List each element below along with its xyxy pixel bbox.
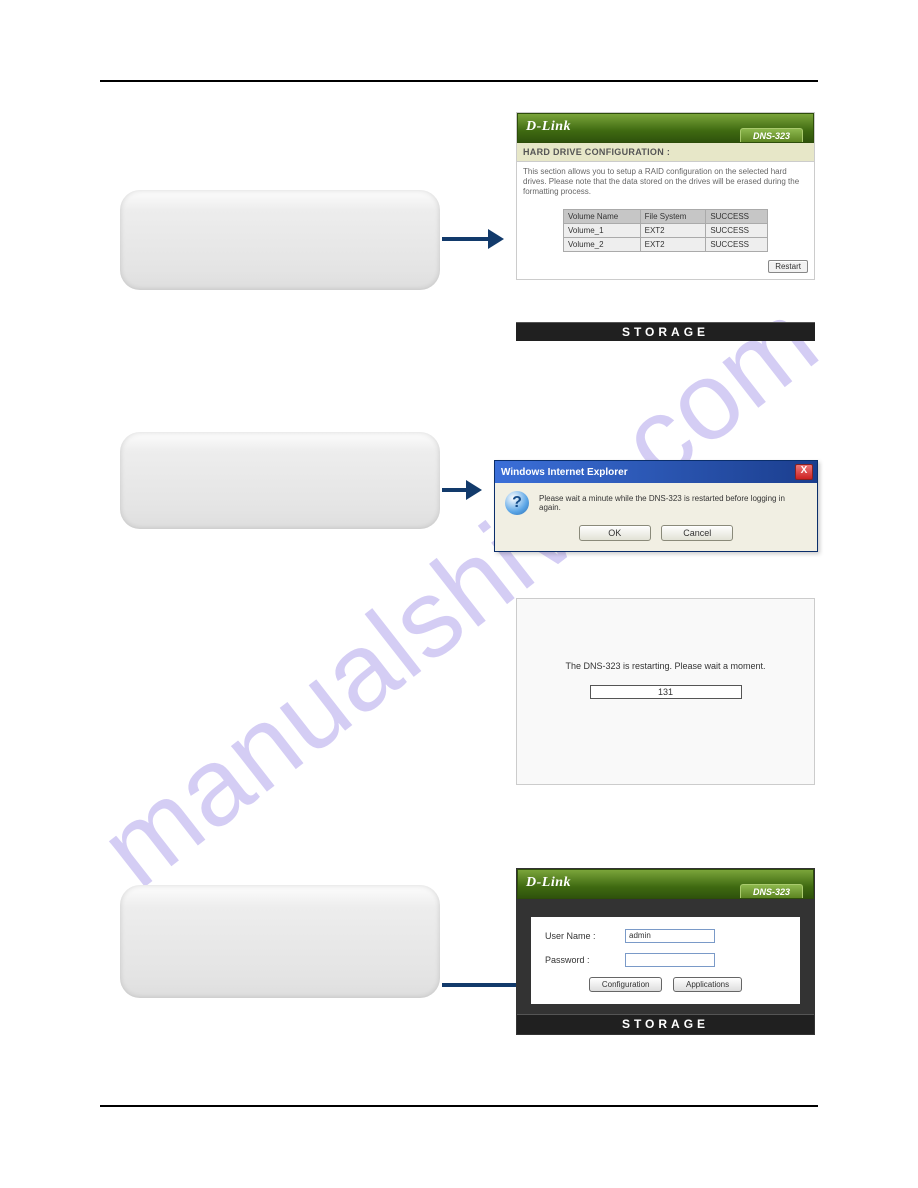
step-box-4 (120, 885, 440, 998)
manual-page: manualshive.com D-Link DNS-323 HARD DRIV… (0, 0, 918, 1188)
dlink-logo: D-Link (526, 119, 571, 135)
col-status: SUCCESS (706, 210, 768, 224)
arrow-2 (442, 488, 476, 492)
restarting-panel: The DNS-323 is restarting. Please wait a… (516, 598, 815, 785)
restart-row: Restart (517, 258, 814, 279)
restart-button[interactable]: Restart (768, 260, 808, 273)
login-form-card: User Name : admin Password : Configurati… (531, 917, 800, 1004)
watermark-text: manualshive.com (77, 276, 841, 912)
col-file-system: File System (640, 210, 706, 224)
storage-bar-1: STORAGE (516, 322, 815, 341)
messagebox-body: ? Please wait a minute while the DNS-323… (495, 483, 817, 521)
messagebox-button-row: OK Cancel (495, 521, 817, 551)
login-panel: D-Link DNS-323 User Name : admin Passwor… (516, 868, 815, 1035)
password-input[interactable] (625, 953, 715, 967)
messagebox-titlebar: Windows Internet Explorer X (495, 461, 817, 483)
arrow-1 (442, 237, 498, 241)
configuration-button[interactable]: Configuration (589, 977, 663, 992)
raid-config-panel: D-Link DNS-323 HARD DRIVE CONFIGURATION … (516, 112, 815, 280)
model-tab: DNS-323 (740, 884, 803, 898)
page-rule-bottom (100, 1105, 818, 1107)
dlink-header-1: D-Link DNS-323 (517, 113, 814, 143)
password-label: Password : (545, 955, 625, 965)
progress-bar: 131 (590, 685, 742, 699)
step-box-1 (120, 190, 440, 290)
messagebox-text: Please wait a minute while the DNS-323 i… (539, 494, 807, 512)
username-label: User Name : (545, 931, 625, 941)
question-icon: ? (505, 491, 529, 515)
login-button-row: Configuration Applications (545, 977, 786, 992)
storage-footer: STORAGE (517, 1014, 814, 1034)
model-tab: DNS-323 (740, 128, 803, 142)
username-input[interactable]: admin (625, 929, 715, 943)
step-box-2 (120, 432, 440, 529)
raid-config-title: HARD DRIVE CONFIGURATION : (517, 143, 814, 162)
table-header-row: Volume Name File System SUCCESS (564, 210, 768, 224)
cell-volume-name: Volume_1 (564, 224, 641, 238)
col-volume-name: Volume Name (564, 210, 641, 224)
password-row: Password : (545, 953, 786, 967)
dlink-logo: D-Link (526, 875, 571, 891)
messagebox-title: Windows Internet Explorer (501, 467, 628, 478)
table-row: Volume_2 EXT2 SUCCESS (564, 238, 768, 252)
applications-button[interactable]: Applications (673, 977, 742, 992)
cancel-button[interactable]: Cancel (661, 525, 733, 541)
cell-status: SUCCESS (706, 238, 768, 252)
page-rule-top (100, 80, 818, 82)
username-row: User Name : admin (545, 929, 786, 943)
restarting-text: The DNS-323 is restarting. Please wait a… (517, 661, 814, 671)
raid-config-desc: This section allows you to setup a RAID … (517, 162, 814, 205)
dlink-header-2: D-Link DNS-323 (517, 869, 814, 899)
ok-button[interactable]: OK (579, 525, 651, 541)
ie-messagebox: Windows Internet Explorer X ? Please wai… (494, 460, 818, 552)
cell-file-system: EXT2 (640, 224, 706, 238)
cell-file-system: EXT2 (640, 238, 706, 252)
table-row: Volume_1 EXT2 SUCCESS (564, 224, 768, 238)
cell-status: SUCCESS (706, 224, 768, 238)
volume-table: Volume Name File System SUCCESS Volume_1… (563, 209, 768, 252)
cell-volume-name: Volume_2 (564, 238, 641, 252)
close-icon[interactable]: X (795, 464, 813, 480)
login-dark-area: User Name : admin Password : Configurati… (517, 899, 814, 1014)
